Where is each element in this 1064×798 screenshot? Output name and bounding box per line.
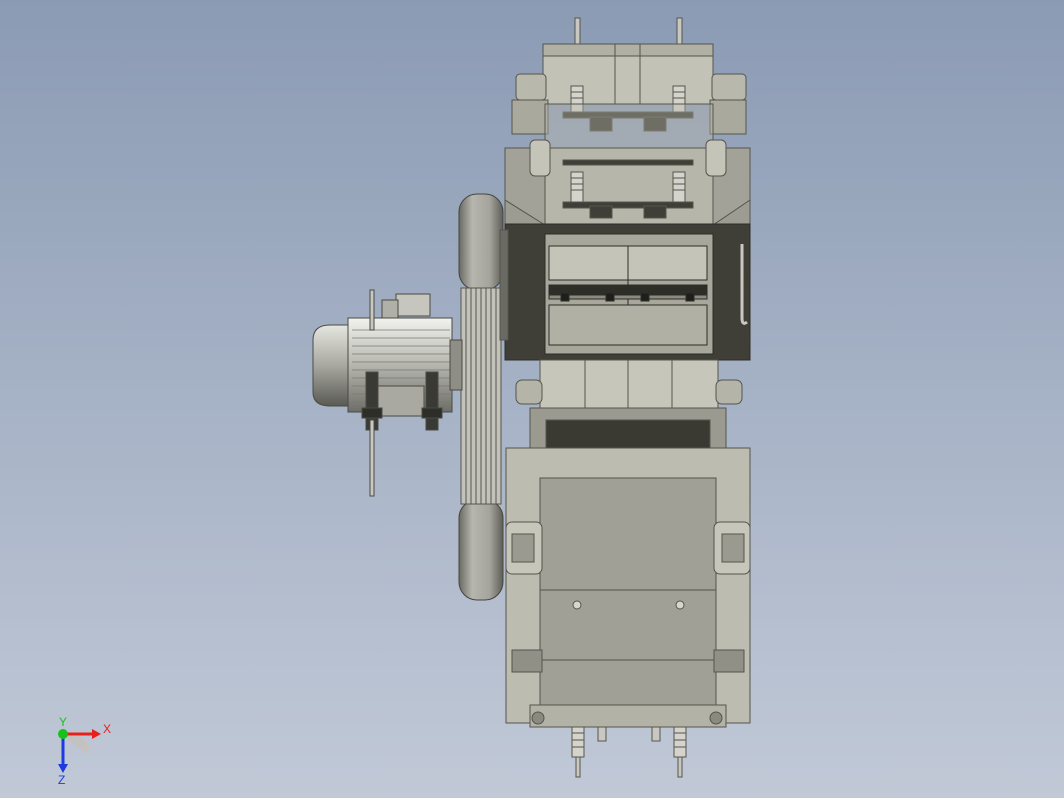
electric-motor <box>312 289 463 497</box>
triad-arc <box>63 734 90 754</box>
upper-housing <box>504 139 751 226</box>
lower-transition <box>515 359 743 411</box>
crusher-model[interactable] <box>0 0 1064 798</box>
orientation-triad[interactable]: X Y Z <box>40 712 130 787</box>
bottom-adjust-rods <box>571 726 687 778</box>
z-axis-label: Z <box>58 773 65 787</box>
upper-frame <box>511 43 747 149</box>
y-axis-label: Y <box>59 715 67 729</box>
x-axis-label: X <box>103 722 111 736</box>
y-axis-dot <box>58 729 68 739</box>
lower-body <box>505 447 751 728</box>
crushing-chamber <box>504 223 751 361</box>
cad-viewport[interactable]: X Y Z <box>0 0 1064 798</box>
z-axis-arrow <box>58 734 68 773</box>
